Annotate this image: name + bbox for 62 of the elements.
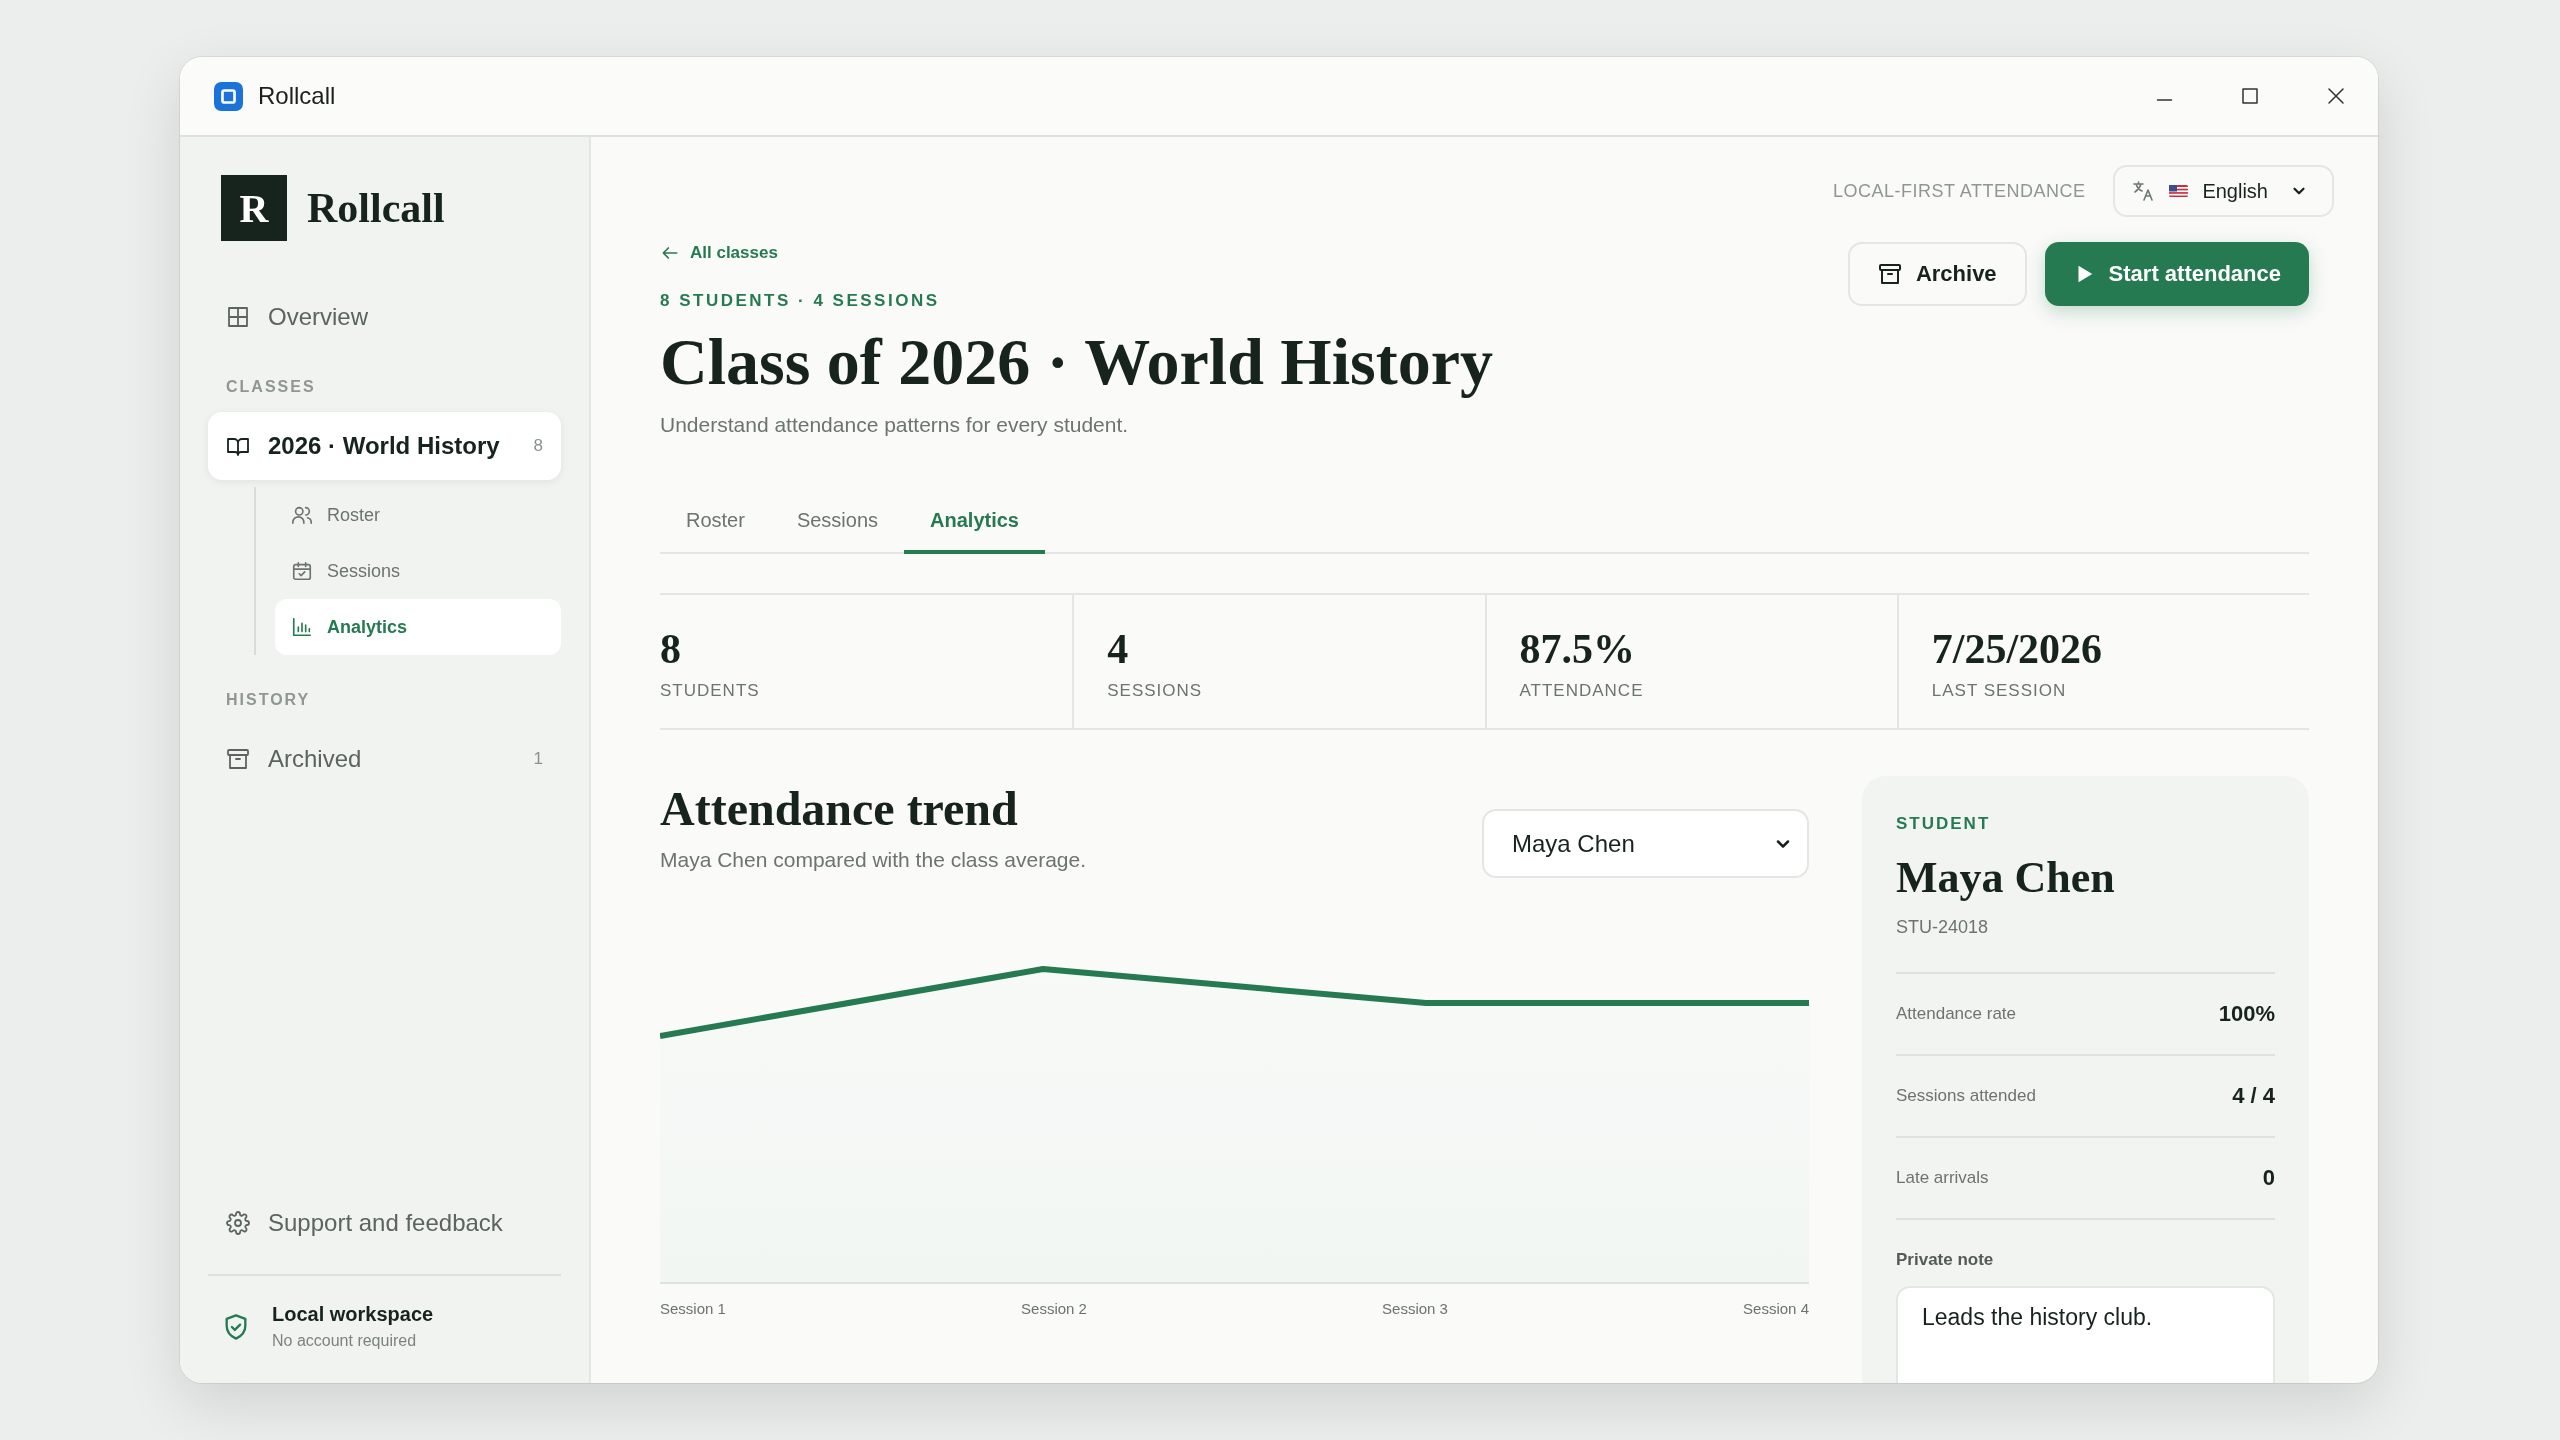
brand-name: Rollcall <box>307 184 445 232</box>
student-name: Maya Chen <box>1896 852 2116 903</box>
note-field[interactable]: Leads the history club. <box>1896 1286 2275 1383</box>
class-item[interactable]: Archived 1 <box>208 725 561 793</box>
back-link[interactable]: All classes <box>660 241 1493 265</box>
minimize-icon <box>2155 99 2173 101</box>
metric-value: 0 <box>2262 1165 2275 1191</box>
metric-value: 100% <box>2218 1001 2275 1027</box>
support-link[interactable]: Support and feedback <box>208 1198 561 1248</box>
class-summary: 8 STUDENTS · 4 SESSIONS <box>660 291 941 311</box>
stat-value: 8 <box>660 625 682 673</box>
student-select[interactable]: Maya Chen <box>1482 809 1809 878</box>
section-heading: CLASSES <box>226 378 317 396</box>
axis-label: Session 2 <box>1021 1300 1087 1317</box>
archive-box-icon <box>226 747 250 771</box>
translate-icon <box>2131 179 2156 203</box>
section-subtitle: Maya Chen compared with the class average. <box>660 848 1087 872</box>
metric-label: Sessions attended <box>1896 1086 2036 1106</box>
tab[interactable]: Sessions <box>770 490 905 554</box>
settings-icon <box>226 1211 250 1235</box>
section-heading: HISTORY <box>226 691 312 709</box>
start-attendance-button[interactable]: Start attendance <box>2044 242 2309 306</box>
stat-label: LAST SESSION <box>1931 681 2068 701</box>
grid-icon <box>226 305 250 329</box>
student-id: STU-24018 <box>1896 917 1990 938</box>
stat-label: STUDENTS <box>660 681 761 701</box>
metric-label: Attendance rate <box>1896 1004 2017 1024</box>
axis-label: Session 3 <box>1382 1300 1448 1317</box>
tab[interactable]: Analytics <box>904 490 1045 554</box>
people-icon <box>291 504 313 526</box>
bar-chart-icon <box>291 616 313 638</box>
language-select[interactable]: English <box>2113 165 2334 217</box>
workspace-subtitle: No account required <box>272 1332 418 1350</box>
section-title: Attendance trend <box>660 782 1019 836</box>
tab[interactable]: Roster <box>660 490 771 554</box>
nav-item[interactable]: Overview <box>208 292 561 342</box>
archive-button[interactable]: Archive <box>1847 242 2027 306</box>
archive-box-icon <box>1877 262 1902 286</box>
page-title: Class of 2026 · World History <box>660 324 1493 399</box>
axis-label: Session 1 <box>660 1300 726 1317</box>
sub-nav-item[interactable]: Roster <box>275 487 561 543</box>
sub-nav-item[interactable]: Analytics <box>275 599 561 655</box>
window-title: Rollcall <box>258 82 336 110</box>
axis-label: Session 4 <box>1743 1300 1809 1317</box>
stat-label: ATTENDANCE <box>1519 681 1645 701</box>
sub-nav-item[interactable]: Sessions <box>275 543 561 599</box>
stat-value: 7/25/2026 <box>1931 625 2104 673</box>
stat-value: 87.5% <box>1519 625 1636 673</box>
app-icon <box>214 81 243 111</box>
stat-value: 4 <box>1107 625 1130 673</box>
metric-value: 4 / 4 <box>2232 1083 2275 1109</box>
note-label: Private note <box>1896 1250 1995 1270</box>
workspace-title: Local workspace <box>272 1303 434 1326</box>
page-subtitle: Understand attendance patterns for every student. <box>660 413 1130 437</box>
calendar-icon <box>291 560 313 582</box>
metric-label: Late arrivals <box>1896 1168 1989 1188</box>
tagline: LOCAL-FIRST ATTENDANCE <box>1833 180 2086 202</box>
stat-label: SESSIONS <box>1107 681 1204 701</box>
panel-overline: STUDENT <box>1896 814 1992 834</box>
logo-mark: R <box>221 175 287 241</box>
flag-icon <box>2169 185 2189 197</box>
class-item[interactable]: 2026 · World History 8 <box>208 412 561 480</box>
